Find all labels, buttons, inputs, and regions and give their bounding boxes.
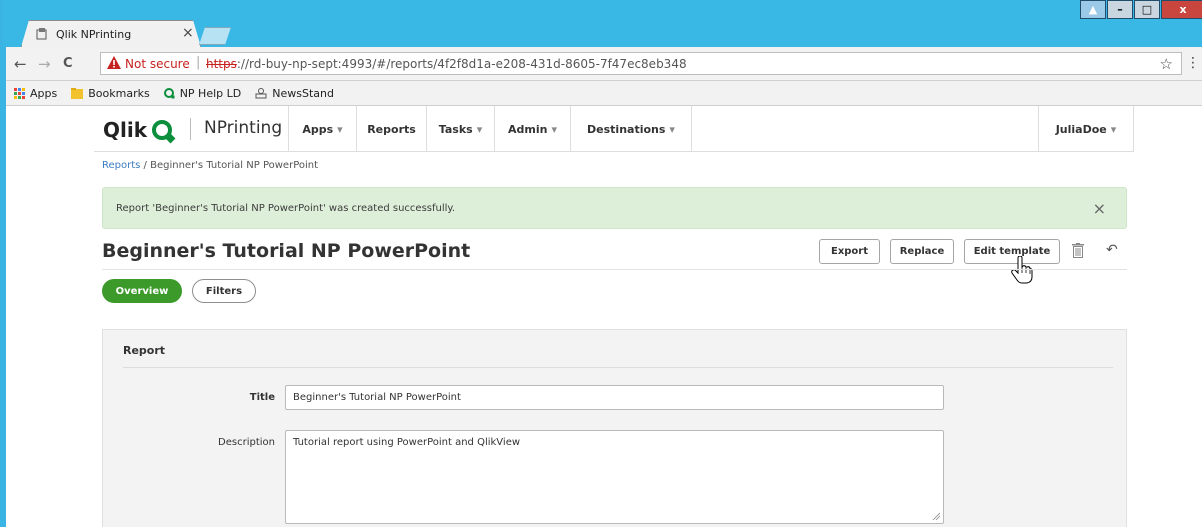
nav-reports-label: Reports bbox=[367, 122, 416, 136]
back-icon[interactable]: ← bbox=[14, 55, 27, 73]
minimize-button[interactable]: – bbox=[1107, 0, 1133, 19]
user-icon[interactable]: ▲ bbox=[1080, 0, 1106, 19]
title-field-value: Beginner's Tutorial NP PowerPoint bbox=[293, 392, 461, 403]
nav-admin[interactable]: Admin ▾ bbox=[494, 106, 570, 152]
title-label: Title bbox=[249, 392, 275, 403]
replace-button[interactable]: Replace bbox=[890, 239, 954, 264]
page-icon bbox=[36, 28, 48, 40]
browser-window: Qlik NPrinting × ▲ – □ x ← → C Not secur… bbox=[0, 0, 1202, 527]
browser-tab[interactable]: Qlik NPrinting × bbox=[21, 20, 201, 47]
resize-grip-icon[interactable] bbox=[932, 512, 940, 520]
browser-menu-icon[interactable]: ⋮ bbox=[1186, 55, 1200, 71]
tab-filters[interactable]: Filters bbox=[192, 279, 256, 303]
apps-grid-icon bbox=[14, 87, 25, 99]
close-window-button[interactable]: x bbox=[1161, 0, 1202, 19]
nav-destinations-label: Destinations bbox=[587, 122, 666, 136]
bookmark-folder[interactable]: Bookmarks bbox=[71, 86, 150, 100]
nav-destinations[interactable]: Destinations ▾ bbox=[570, 106, 692, 152]
title-divider bbox=[102, 269, 1127, 270]
logo-text: Qlik bbox=[103, 118, 148, 142]
bookmarks-bar: Apps Bookmarks NP Help LD NewsStand bbox=[6, 81, 1202, 106]
reload-icon[interactable]: C bbox=[63, 56, 73, 71]
bookmark-apps-label: Apps bbox=[30, 86, 58, 100]
panel-divider bbox=[123, 367, 1113, 368]
chevron-down-icon: ▾ bbox=[1110, 122, 1117, 136]
bookmark-newsstand[interactable]: NewsStand bbox=[255, 87, 334, 100]
not-secure-label[interactable]: Not secure bbox=[125, 57, 190, 71]
nav-reports[interactable]: Reports bbox=[356, 106, 426, 152]
report-panel: Report Title Beginner's Tutorial NP Powe… bbox=[102, 329, 1127, 527]
page-title: Beginner's Tutorial NP PowerPoint bbox=[102, 240, 471, 262]
browser-toolbar: ← → C Not secure | https://rd-buy-np-sep… bbox=[6, 47, 1202, 81]
description-label: Description bbox=[218, 437, 275, 448]
nav-apps[interactable]: Apps ▾ bbox=[288, 106, 356, 152]
nav-admin-label: Admin bbox=[508, 122, 548, 136]
nav-tasks[interactable]: Tasks ▾ bbox=[426, 106, 494, 152]
qlik-icon bbox=[163, 87, 175, 98]
tab-overview[interactable]: Overview bbox=[102, 279, 182, 303]
chevron-down-icon: ▾ bbox=[669, 122, 675, 136]
qlik-logo-icon bbox=[152, 120, 173, 140]
window-controls: ▲ – □ x bbox=[1079, 0, 1202, 22]
hand-cursor-icon bbox=[1011, 256, 1033, 284]
url-path: ://rd-buy-np-sept:4993/#/reports/4f2f8d1… bbox=[236, 57, 687, 71]
title-field[interactable]: Beginner's Tutorial NP PowerPoint bbox=[285, 385, 944, 410]
url-text[interactable]: https://rd-buy-np-sept:4993/#/reports/4f… bbox=[206, 57, 687, 71]
close-icon[interactable]: × bbox=[1093, 199, 1106, 218]
user-name: JuliaDoe bbox=[1055, 122, 1107, 136]
app-viewport: Qlik NPrinting Apps ▾ Reports Tasks ▾ Admi… bbox=[6, 106, 1202, 527]
bookmark-folder-label: Bookmarks bbox=[88, 86, 150, 100]
bookmark-np-help[interactable]: NP Help LD bbox=[163, 86, 242, 100]
breadcrumb: Reports / Beginner's Tutorial NP PowerPo… bbox=[102, 160, 318, 171]
description-field-value: Tutorial report using PowerPoint and Qli… bbox=[293, 437, 521, 448]
bookmark-apps[interactable]: Apps bbox=[14, 87, 57, 100]
export-button[interactable]: Export bbox=[819, 239, 880, 264]
breadcrumb-separator: / bbox=[143, 160, 147, 171]
chevron-down-icon: ▾ bbox=[476, 122, 483, 136]
bookmark-star-icon[interactable]: ☆ bbox=[1160, 55, 1173, 73]
forward-icon[interactable]: → bbox=[38, 55, 51, 73]
url-protocol: https bbox=[206, 57, 237, 71]
warning-icon bbox=[107, 56, 121, 69]
success-alert: Report 'Beginner's Tutorial NP PowerPoin… bbox=[102, 187, 1127, 229]
tab-close-icon[interactable]: × bbox=[182, 25, 194, 41]
nav-tasks-label: Tasks bbox=[438, 122, 473, 136]
app-navbar: Qlik NPrinting Apps ▾ Reports Tasks ▾ Admi… bbox=[94, 106, 1134, 152]
newsstand-icon bbox=[255, 87, 267, 98]
breadcrumb-reports-link[interactable]: Reports bbox=[102, 160, 140, 171]
bookmark-newsstand-label: NewsStand bbox=[272, 86, 334, 100]
url-separator: | bbox=[196, 55, 201, 70]
description-field[interactable]: Tutorial report using PowerPoint and Qli… bbox=[285, 430, 944, 524]
bookmark-np-help-label: NP Help LD bbox=[179, 86, 242, 100]
trash-icon[interactable] bbox=[1072, 243, 1084, 258]
title-bar: Qlik NPrinting × ▲ – □ x bbox=[3, 0, 1202, 47]
logo-divider bbox=[190, 118, 191, 140]
new-tab-button[interactable] bbox=[199, 27, 233, 45]
maximize-button[interactable]: □ bbox=[1134, 0, 1160, 19]
nav-apps-label: Apps bbox=[302, 122, 334, 136]
qlik-logo[interactable]: Qlik bbox=[103, 118, 173, 142]
undo-icon[interactable]: ↶ bbox=[1106, 242, 1118, 258]
chevron-down-icon: ▾ bbox=[337, 122, 343, 136]
folder-icon bbox=[71, 87, 84, 99]
user-menu[interactable]: JuliaDoe ▾ bbox=[1038, 106, 1134, 152]
tab-title: Qlik NPrinting bbox=[56, 28, 132, 41]
chevron-down-icon: ▾ bbox=[551, 122, 557, 136]
alert-message: Report 'Beginner's Tutorial NP PowerPoin… bbox=[116, 203, 456, 214]
address-bar[interactable]: Not secure | https://rd-buy-np-sept:4993… bbox=[100, 52, 1182, 75]
breadcrumb-current: Beginner's Tutorial NP PowerPoint bbox=[150, 160, 319, 171]
panel-title: Report bbox=[123, 344, 166, 357]
product-name: NPrinting bbox=[204, 118, 283, 138]
